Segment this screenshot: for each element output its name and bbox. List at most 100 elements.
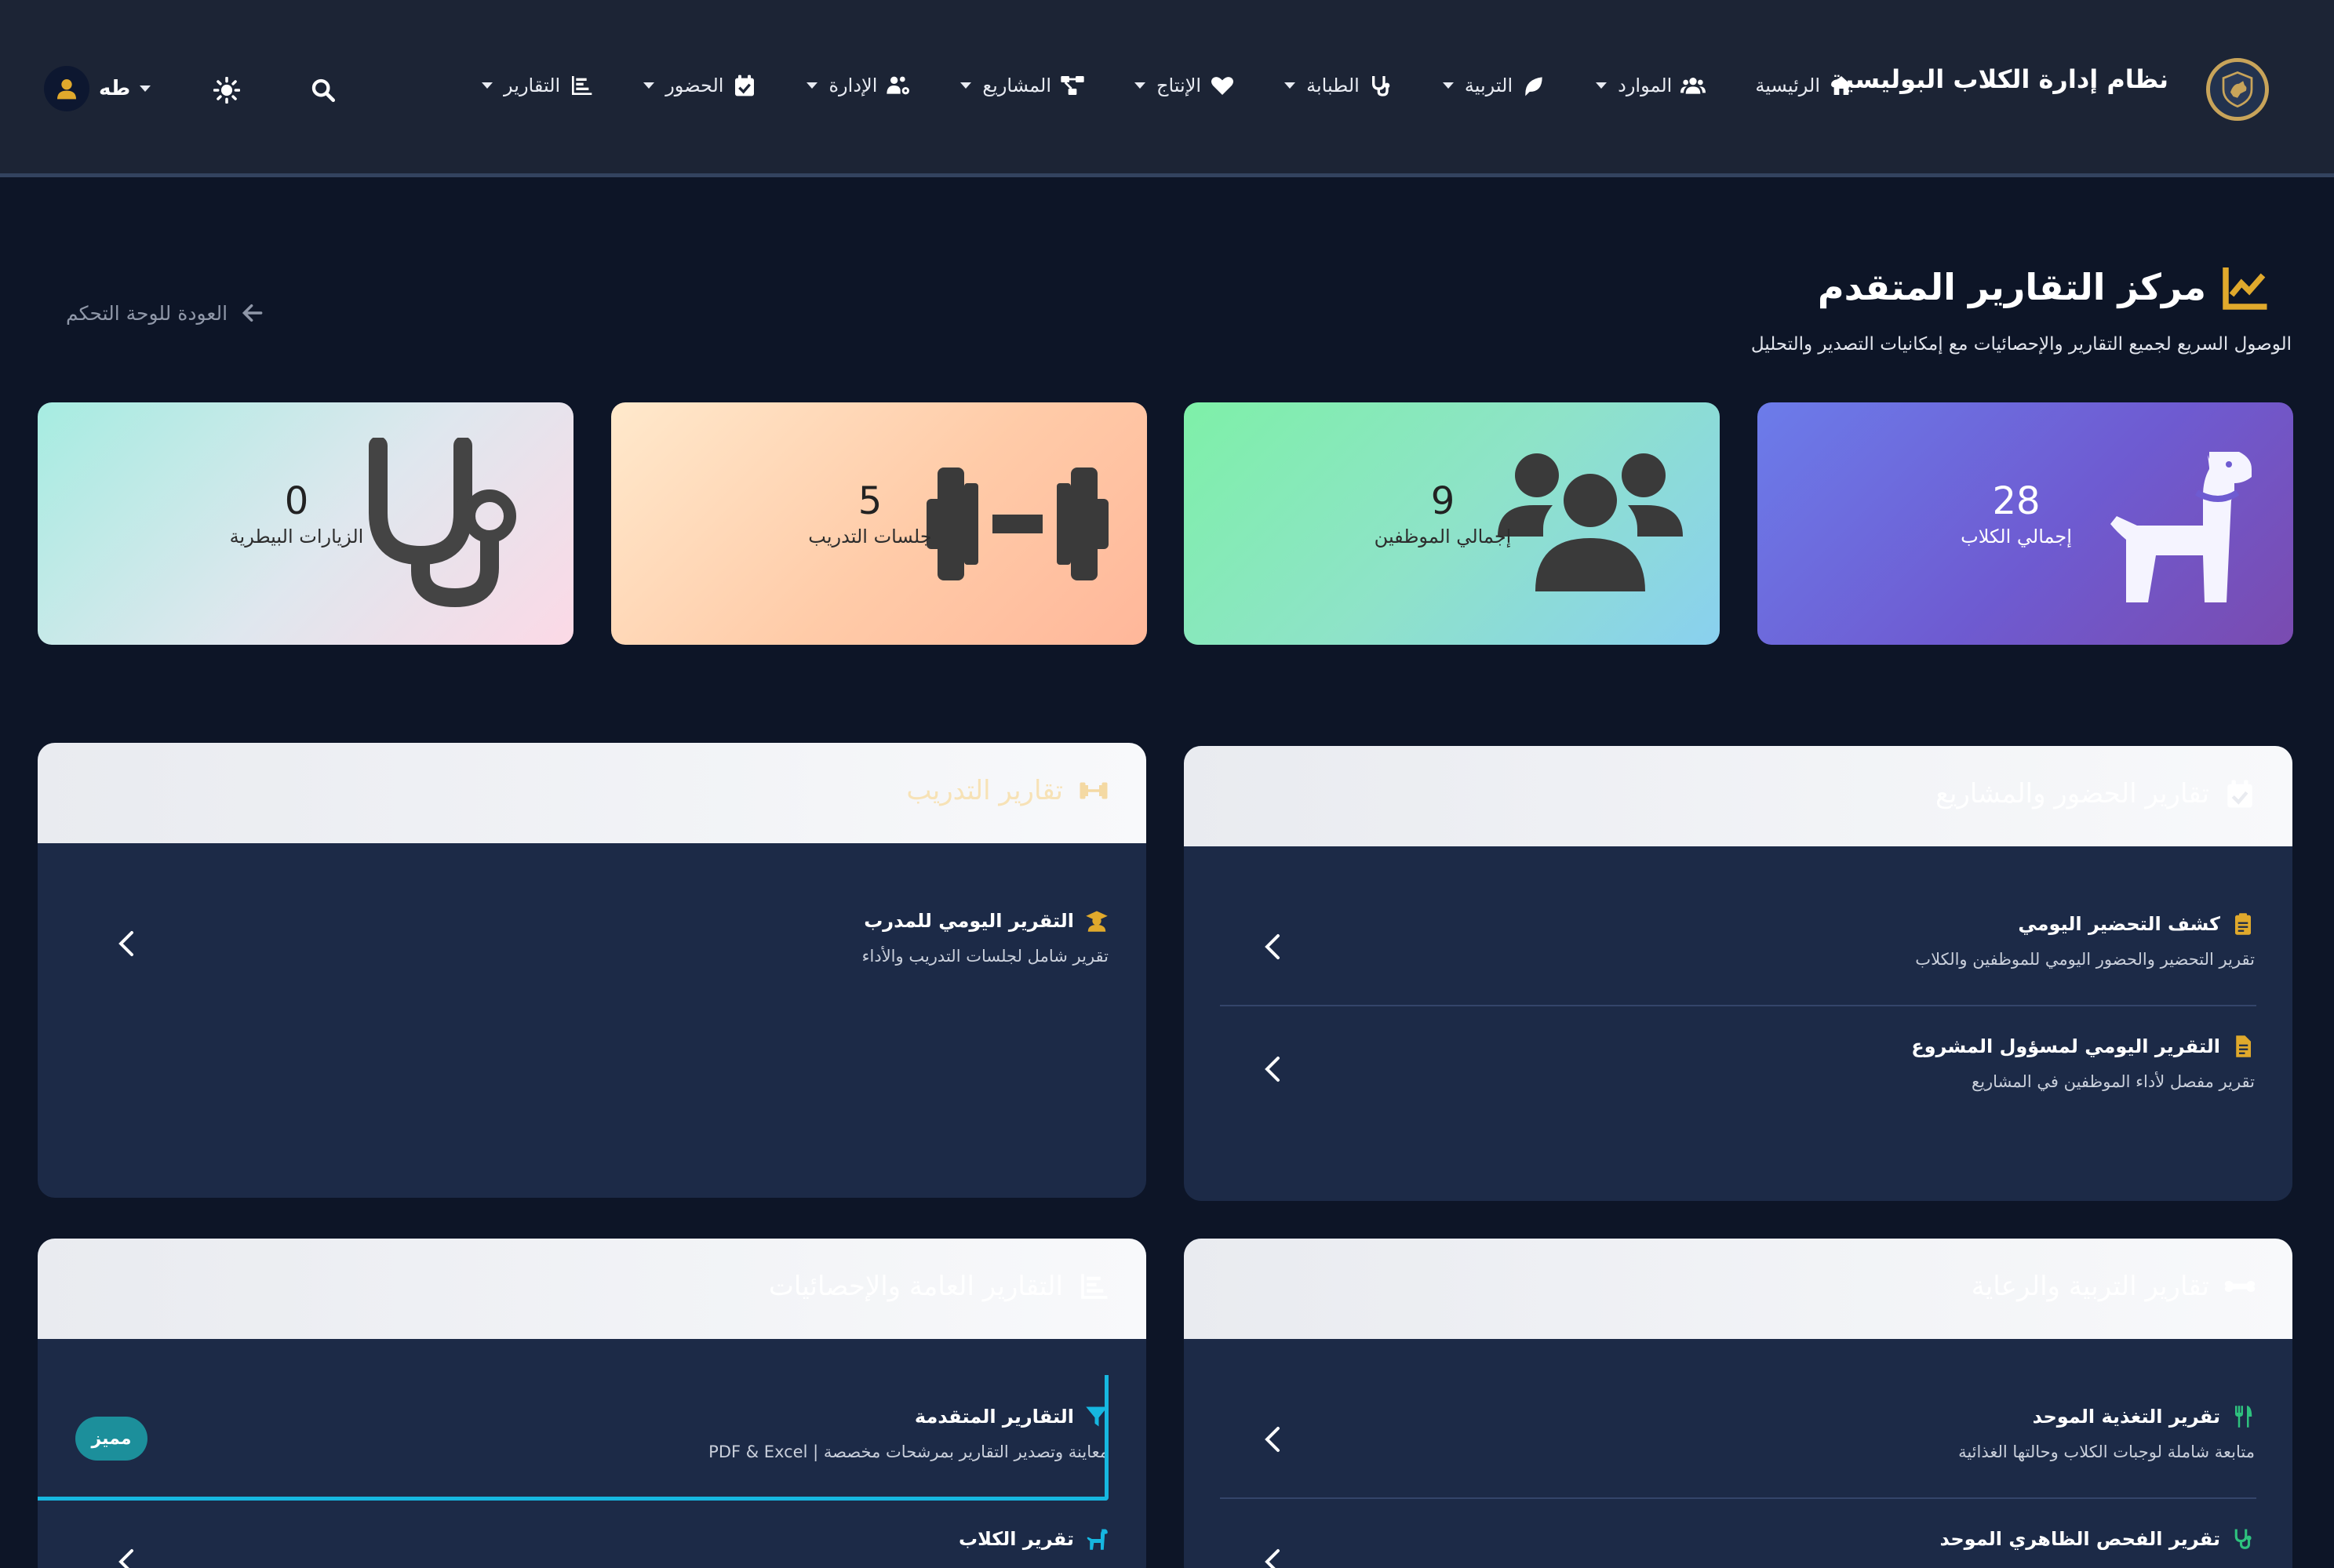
chevron-down-icon bbox=[1596, 82, 1608, 89]
chevron-left-icon[interactable] bbox=[1262, 1053, 1283, 1085]
stat-value: 5 bbox=[857, 479, 883, 523]
nav-item-label: الرئيسية bbox=[1755, 75, 1820, 96]
chevron-left-icon[interactable] bbox=[116, 1546, 137, 1568]
page-title-text: مركز التقارير المتقدم bbox=[1817, 266, 2206, 308]
chevron-left-icon[interactable] bbox=[1262, 931, 1283, 962]
report-item-desc: تقرير التحضير والحضور اليومي للموظفين وا… bbox=[1915, 950, 2255, 969]
report-item-trainer-daily[interactable]: التقرير اليومي للمدرب تقرير شامل لجلسات … bbox=[75, 909, 1109, 1027]
dumbbell-icon bbox=[923, 438, 1112, 610]
chevron-left-icon[interactable] bbox=[1262, 1424, 1283, 1455]
report-item-desc: تقرير مفصل لأداء الموظفين في المشاريع bbox=[1972, 1072, 2255, 1091]
nav-item-resources[interactable]: الموارد bbox=[1596, 72, 1706, 99]
page-subtitle: الوصول السريع لجميع التقارير والإحصائيات… bbox=[1750, 334, 2292, 355]
panel-title-text: تقارير التربية والرعاية bbox=[1971, 1271, 2209, 1302]
chevron-down-icon bbox=[482, 82, 493, 89]
dog-icon bbox=[1087, 1529, 1108, 1550]
featured-badge: مميز bbox=[75, 1417, 147, 1461]
panel-title: تقارير التربية والرعاية bbox=[1972, 1270, 2256, 1303]
stat-value: 28 bbox=[1992, 479, 2041, 523]
nav-item-medical[interactable]: الطبابة bbox=[1284, 72, 1394, 99]
stethoscope-icon bbox=[2234, 1529, 2252, 1549]
nav-item-breeding[interactable]: التربية bbox=[1442, 72, 1547, 99]
user-name: طه bbox=[99, 77, 131, 100]
bone-icon bbox=[2224, 1281, 2256, 1292]
calendar-check-icon bbox=[731, 72, 758, 99]
user-icon bbox=[57, 79, 76, 100]
report-item-daily-attendance[interactable]: كشف التحضير اليومي تقرير التحضير والحضور… bbox=[1222, 912, 2255, 1030]
brand-title[interactable]: نظام إدارة الكلاب البوليسية bbox=[1830, 64, 2168, 94]
nav-item-label: الإدارة bbox=[828, 75, 878, 96]
panel-title-text: تقارير الحضور والمشاريع bbox=[1935, 778, 2209, 809]
dog-icon bbox=[2070, 438, 2258, 610]
stat-value: 9 bbox=[1430, 479, 1455, 523]
chevron-down-icon bbox=[643, 82, 655, 89]
stat-card-vet: 0 الزيارات البيطرية bbox=[38, 402, 573, 645]
nav-item-projects[interactable]: المشاريع bbox=[960, 72, 1086, 99]
nav-item-label: المشاريع bbox=[982, 75, 1051, 96]
stat-label: جلسات التدريب bbox=[808, 525, 932, 548]
top-navbar: نظام إدارة الكلاب البوليسية الرئيسية الم… bbox=[0, 0, 2334, 177]
chevron-left-icon[interactable] bbox=[116, 928, 137, 959]
project-diagram-icon bbox=[1059, 72, 1086, 99]
back-link-label: العودة للوحة التحكم bbox=[66, 301, 228, 325]
panel-title: التقارير العامة والإحصائيات bbox=[769, 1270, 1110, 1303]
stat-text: 28 إجمالي الكلاب bbox=[1938, 481, 2095, 548]
nav-item-reports[interactable]: التقارير bbox=[482, 72, 595, 99]
stat-card-dogs: 28 إجمالي الكلاب bbox=[1757, 402, 2293, 645]
chevron-down-icon bbox=[960, 82, 972, 89]
chevron-left-icon[interactable] bbox=[1262, 1546, 1283, 1568]
chevron-down-icon bbox=[807, 82, 818, 89]
report-item-desc: متابعة شاملة لوجبات الكلاب وحالتها الغذا… bbox=[1958, 1442, 2255, 1461]
user-menu[interactable]: طه bbox=[44, 66, 154, 111]
avatar bbox=[44, 66, 89, 111]
panel-title-text: التقارير العامة والإحصائيات bbox=[768, 1271, 1063, 1302]
report-item-desc: تقرير شامل لجلسات التدريب والأداء bbox=[861, 947, 1109, 966]
stat-label: إجمالي الموظفين bbox=[1374, 525, 1512, 548]
divider bbox=[1220, 1497, 2256, 1499]
theme-toggle-sun-icon[interactable] bbox=[213, 76, 241, 104]
report-item-title: تقرير الكلاب bbox=[959, 1527, 1109, 1551]
nav-item-production[interactable]: الإنتاج bbox=[1134, 72, 1236, 99]
panel-title: تقارير التدريب bbox=[906, 774, 1110, 807]
report-item-unified-feeding[interactable]: تقرير التغذية الموحد متابعة شاملة لوجبات… bbox=[1222, 1405, 2255, 1523]
stat-text: 0 الزيارات البيطرية bbox=[218, 481, 375, 548]
leaf-icon bbox=[1520, 72, 1547, 99]
page-title: مركز التقارير المتقدم bbox=[1818, 264, 2269, 311]
k9-logo-icon[interactable] bbox=[2206, 58, 2269, 121]
search-icon[interactable] bbox=[310, 77, 337, 104]
nav-item-label: التربية bbox=[1464, 75, 1513, 96]
stat-card-training: 5 جلسات التدريب bbox=[611, 402, 1147, 645]
panel-title: تقارير الحضور والمشاريع bbox=[1935, 777, 2256, 810]
panel-attendance-projects: تقارير الحضور والمشاريع كشف التحضير اليو… bbox=[1184, 746, 2292, 1201]
users-icon bbox=[1680, 72, 1706, 99]
chart-bar-icon bbox=[1081, 1274, 1108, 1299]
file-alt-icon bbox=[2236, 1035, 2251, 1057]
heart-icon bbox=[1209, 72, 1236, 99]
calendar-check-icon bbox=[2227, 780, 2252, 808]
chevron-down-icon bbox=[1284, 82, 1296, 89]
stat-card-staff: 9 إجمالي الموظفين bbox=[1184, 402, 1720, 645]
users-icon bbox=[1496, 438, 1684, 610]
chevron-down-icon bbox=[1442, 82, 1454, 89]
nav-item-label: الموارد bbox=[1618, 75, 1673, 96]
panel-header: تقارير التربية والرعاية bbox=[1184, 1239, 2292, 1339]
nav-item-admin[interactable]: الإدارة bbox=[807, 72, 912, 99]
nav-item-home[interactable]: الرئيسية bbox=[1755, 72, 1855, 99]
user-graduate-icon bbox=[1086, 911, 1108, 932]
featured-item-highlight bbox=[38, 1375, 1109, 1501]
stethoscope-icon bbox=[350, 438, 538, 610]
arrow-left-icon bbox=[242, 304, 263, 322]
panel-training: تقارير التدريب التقرير اليومي للمدرب تقر… bbox=[38, 743, 1146, 1198]
report-item-unified-physical-exam[interactable]: تقرير الفحص الظاهري الموحد bbox=[1222, 1527, 2255, 1568]
stat-text: 5 جلسات التدريب bbox=[792, 481, 949, 548]
nav-item-label: الطبابة bbox=[1306, 75, 1360, 96]
stat-label: إجمالي الكلاب bbox=[1961, 525, 2072, 548]
utensils-icon bbox=[2235, 1406, 2252, 1428]
stat-label: الزيارات البيطرية bbox=[229, 525, 364, 548]
panel-breeding-care: تقارير التربية والرعاية تقرير التغذية ال… bbox=[1184, 1239, 2292, 1568]
nav-item-attendance[interactable]: الحضور bbox=[643, 72, 758, 99]
report-item-dogs-report[interactable]: تقرير الكلاب bbox=[75, 1527, 1109, 1568]
back-to-dashboard-link[interactable]: العودة للوحة التحكم bbox=[66, 300, 265, 326]
report-item-title: كشف التحضير اليومي bbox=[2018, 912, 2255, 936]
report-item-project-manager-daily[interactable]: التقرير اليومي لمسؤول المشروع تقرير مفصل… bbox=[1222, 1035, 2255, 1152]
